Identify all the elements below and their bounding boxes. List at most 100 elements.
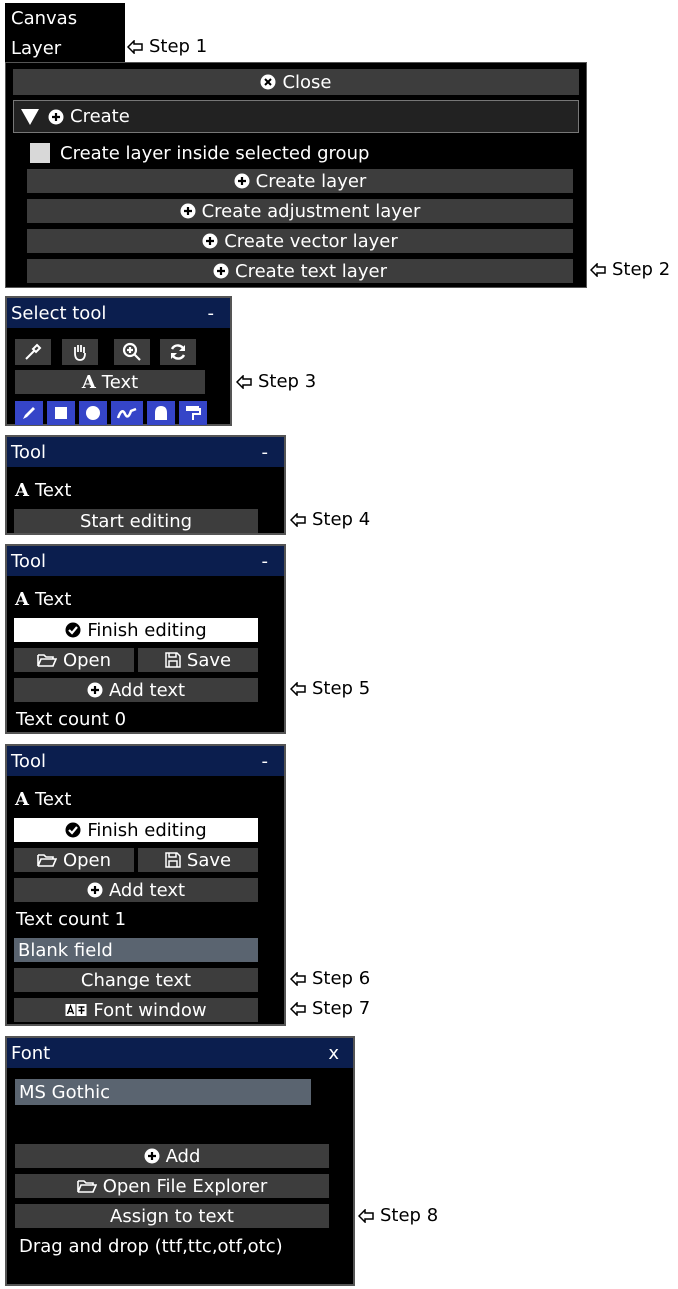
assign-to-text-label: Assign to text [110,1205,234,1227]
assign-to-text-button[interactable]: Assign to text [15,1204,329,1228]
step-2-label: Step 2 [612,259,671,280]
create-text-label: Create text layer [235,260,387,282]
select-tool-title: Select tool [11,302,107,324]
stroke-icon[interactable] [111,401,143,425]
create-adjustment-layer-button[interactable]: Create adjustment layer [27,199,573,223]
minimize-button[interactable]: - [262,751,269,772]
step-3-callout: Step 3 [236,371,316,392]
drag-drop-hint: Drag and drop (ttf,ttc,otf,otc) [19,1236,283,1257]
minimize-button[interactable]: - [262,551,269,572]
text-content-field[interactable]: Blank field [14,938,258,962]
text-a-icon: A [15,480,29,501]
font-panel-titlebar: Font x [7,1038,353,1068]
menu-canvas[interactable]: Canvas [11,8,77,29]
tool-panel-title: Tool [11,550,46,572]
open-button[interactable]: Open [14,848,134,872]
text-tool-button[interactable]: A Text [15,370,205,394]
folder-open-icon [37,654,57,667]
font-panel-title: Font [11,1042,51,1064]
plus-circle-icon [87,882,103,898]
font-window-button[interactable]: Font window [14,998,258,1022]
change-text-label: Change text [80,969,192,991]
step-5-label: Step 5 [312,678,371,699]
add-text-label: Add text [108,679,186,701]
finish-editing-label: Finish editing [87,619,207,641]
finish-editing-button[interactable]: Finish editing [14,618,258,642]
font-name-field[interactable]: MS Gothic [15,1079,311,1105]
tool-panel-title: Tool [11,441,46,463]
plus-circle-icon [234,173,250,189]
text-a-icon: A [15,589,29,610]
open-button[interactable]: Open [14,648,134,672]
create-vector-layer-button[interactable]: Create vector layer [27,229,573,253]
plus-circle-icon [87,682,103,698]
step-5-callout: Step 5 [290,678,370,699]
finish-editing-button[interactable]: Finish editing [14,818,258,842]
create-section-header[interactable]: Create [13,100,579,133]
square-icon[interactable] [47,401,75,425]
change-text-button[interactable]: Change text [14,968,258,992]
close-button[interactable]: x [328,1043,339,1064]
inside-group-checkbox[interactable] [30,143,50,163]
step-7-callout: Step 7 [290,998,370,1019]
inside-group-row: Create layer inside selected group [30,141,369,165]
text-a-icon: A [15,789,29,810]
open-file-explorer-button[interactable]: Open File Explorer [15,1174,329,1198]
close-button[interactable]: Close [13,69,579,95]
step-1-callout: Step 1 [127,36,207,57]
step-6-callout: Step 6 [290,968,370,989]
tool-name-row: A Text [15,789,71,810]
font-panel: Font x MS Gothic Add Open File Explorer … [5,1036,355,1286]
select-tool-panel: Select tool - A Text [5,296,232,426]
open-file-explorer-label: Open File Explorer [102,1175,268,1197]
arrow-left-icon [290,971,306,986]
step-8-callout: Step 8 [358,1205,438,1226]
start-editing-button[interactable]: Start editing [14,509,258,533]
step-3-label: Step 3 [258,371,317,392]
add-text-button[interactable]: Add text [14,878,258,902]
zoom-icon[interactable] [114,339,150,365]
eyedropper-icon[interactable] [15,339,51,365]
paint-roller-icon[interactable] [179,401,207,425]
layer-panel: Close Create Create layer inside selecte… [5,62,587,288]
minimize-button[interactable]: - [208,303,215,324]
pen-icon[interactable] [15,401,43,425]
arrow-left-icon [127,39,143,54]
plus-circle-icon [180,203,196,219]
create-adjustment-label: Create adjustment layer [201,200,421,222]
save-button[interactable]: Save [138,848,258,872]
step-2-callout: Step 2 [590,259,670,280]
refresh-icon[interactable] [160,339,196,365]
close-label: Close [282,71,332,93]
font-window-label: Font window [93,999,207,1021]
tool-panel-start: Tool - A Text Start editing [5,435,286,535]
create-layer-button[interactable]: Create layer [27,169,573,193]
tool-name-label: Text [34,789,72,810]
bell-shape-icon[interactable] [147,401,175,425]
minimize-button[interactable]: - [262,442,269,463]
folder-open-icon [37,854,57,867]
save-button[interactable]: Save [138,648,258,672]
arrow-left-icon [590,262,606,277]
create-text-layer-button[interactable]: Create text layer [27,259,573,283]
folder-open-icon [76,1180,97,1193]
save-label: Save [186,849,232,871]
menu-layer[interactable]: Layer [11,38,61,59]
step-6-label: Step 6 [312,968,371,989]
start-editing-label: Start editing [79,510,193,532]
add-font-button[interactable]: Add [15,1144,329,1168]
inside-group-label: Create layer inside selected group [60,142,370,164]
arrow-left-icon [358,1208,374,1223]
add-text-button[interactable]: Add text [14,678,258,702]
plus-circle-icon [213,263,229,279]
text-tool-label: Text [101,371,139,393]
circle-icon[interactable] [79,401,107,425]
tool-name-row: A Text [15,589,71,610]
tool-panel-title: Tool [11,750,46,772]
hand-icon[interactable] [62,339,98,365]
tool-panel-with-text: Tool - A Text Finish editing Open Save A… [5,744,286,1026]
plus-circle-icon [202,233,218,249]
text-a-icon: A [81,371,96,393]
select-tool-titlebar: Select tool - [7,298,230,328]
step-1-label: Step 1 [149,36,208,57]
